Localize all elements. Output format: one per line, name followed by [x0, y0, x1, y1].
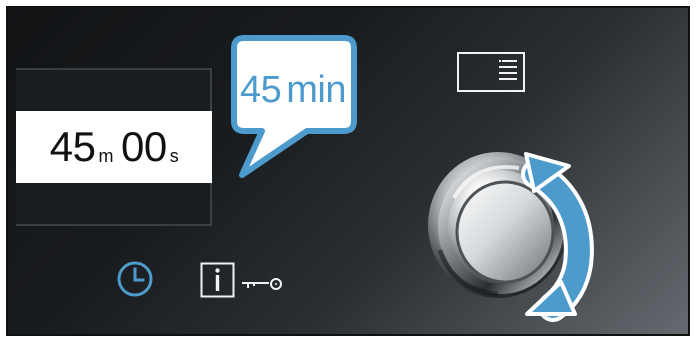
rotate-arrows-icon: [521, 152, 594, 322]
callout-unit: min: [286, 69, 346, 111]
seconds-unit: s: [169, 146, 179, 166]
minutes-value: 45: [49, 123, 96, 170]
oven-control-panel: 45 m 00 s 45 min: [6, 6, 690, 336]
timer-display: 45 m 00 s: [16, 111, 212, 183]
minutes-unit: m: [98, 146, 114, 166]
callout-duration: 45: [239, 69, 282, 111]
info-icon[interactable]: [200, 262, 235, 298]
duration-callout-text: 45 min: [237, 68, 349, 112]
clock-icon[interactable]: [116, 260, 154, 298]
seconds-value: 00: [121, 123, 167, 170]
menu-lines-icon[interactable]: [457, 52, 525, 92]
key-icon: [242, 278, 282, 290]
